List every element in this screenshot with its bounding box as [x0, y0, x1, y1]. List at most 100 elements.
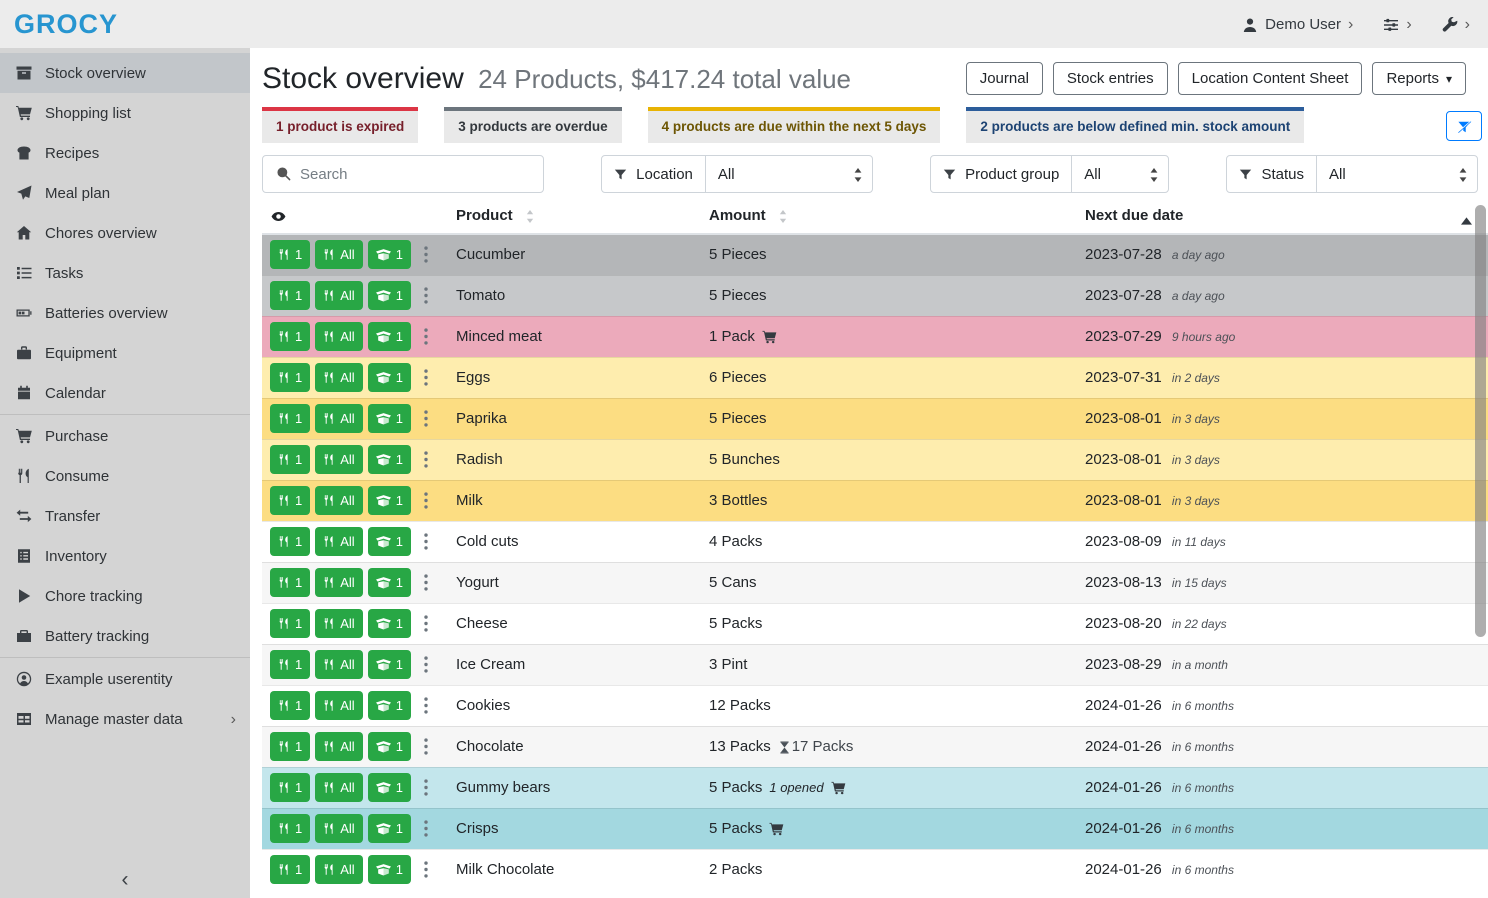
- sidebar-item-chores-overview[interactable]: Chores overview: [0, 213, 250, 253]
- consume-one-button[interactable]: 1: [270, 814, 310, 843]
- sidebar-item-calendar[interactable]: Calendar: [0, 373, 250, 413]
- sidebar-item-shopping-list[interactable]: Shopping list: [0, 93, 250, 133]
- sidebar-item-meal-plan[interactable]: Meal plan: [0, 173, 250, 213]
- product-name[interactable]: Minced meat: [448, 316, 701, 357]
- product-group-select[interactable]: All: [1072, 156, 1168, 192]
- app-logo[interactable]: GROCY: [14, 9, 118, 40]
- consume-one-button[interactable]: 1: [270, 650, 310, 679]
- consume-all-button[interactable]: All: [315, 650, 362, 679]
- row-menu-button[interactable]: [419, 572, 433, 593]
- consume-all-button[interactable]: All: [315, 527, 362, 556]
- product-name[interactable]: Milk: [448, 480, 701, 521]
- open-one-button[interactable]: 1: [368, 650, 411, 679]
- product-name[interactable]: Cookies: [448, 685, 701, 726]
- sidebar-item-chore-tracking[interactable]: Chore tracking: [0, 576, 250, 616]
- eye-icon[interactable]: [270, 207, 287, 224]
- location-select[interactable]: All: [706, 156, 872, 192]
- product-name[interactable]: Cucumber: [448, 234, 701, 275]
- consume-all-button[interactable]: All: [315, 404, 362, 433]
- row-menu-button[interactable]: [419, 859, 433, 880]
- sidebar-item-transfer[interactable]: Transfer: [0, 496, 250, 536]
- row-menu-button[interactable]: [419, 367, 433, 388]
- search-input[interactable]: [300, 156, 543, 192]
- sidebar-item-stock-overview[interactable]: Stock overview: [0, 53, 250, 93]
- consume-all-button[interactable]: All: [315, 445, 362, 474]
- open-one-button[interactable]: 1: [368, 568, 411, 597]
- row-menu-button[interactable]: [419, 326, 433, 347]
- open-one-button[interactable]: 1: [368, 527, 411, 556]
- product-name[interactable]: Milk Chocolate: [448, 849, 701, 890]
- consume-all-button[interactable]: All: [315, 732, 362, 761]
- row-menu-button[interactable]: [419, 736, 433, 757]
- product-name[interactable]: Radish: [448, 439, 701, 480]
- open-one-button[interactable]: 1: [368, 773, 411, 802]
- consume-all-button[interactable]: All: [315, 609, 362, 638]
- row-menu-button[interactable]: [419, 613, 433, 634]
- open-one-button[interactable]: 1: [368, 363, 411, 392]
- open-one-button[interactable]: 1: [368, 322, 411, 351]
- product-name[interactable]: Eggs: [448, 357, 701, 398]
- row-menu-button[interactable]: [419, 695, 433, 716]
- open-one-button[interactable]: 1: [368, 486, 411, 515]
- open-one-button[interactable]: 1: [368, 814, 411, 843]
- sidebar-item-batteries-overview[interactable]: Batteries overview: [0, 293, 250, 333]
- column-header-amount[interactable]: Amount: [701, 201, 1077, 234]
- product-name[interactable]: Yogurt: [448, 562, 701, 603]
- status-select[interactable]: All: [1317, 156, 1477, 192]
- status-banner[interactable]: 1 product is expired: [262, 107, 418, 143]
- consume-one-button[interactable]: 1: [270, 855, 310, 884]
- open-one-button[interactable]: 1: [368, 691, 411, 720]
- sidebar-item-battery-tracking[interactable]: Battery tracking: [0, 616, 250, 656]
- sidebar-item-purchase[interactable]: Purchase: [0, 416, 250, 456]
- reports-button[interactable]: Reports ▾: [1372, 62, 1466, 95]
- consume-one-button[interactable]: 1: [270, 445, 310, 474]
- product-name[interactable]: Cold cuts: [448, 521, 701, 562]
- consume-all-button[interactable]: All: [315, 814, 362, 843]
- filter-toggle-button[interactable]: [1446, 111, 1482, 141]
- open-one-button[interactable]: 1: [368, 445, 411, 474]
- consume-one-button[interactable]: 1: [270, 609, 310, 638]
- consume-all-button[interactable]: All: [315, 568, 362, 597]
- consume-all-button[interactable]: All: [315, 322, 362, 351]
- consume-all-button[interactable]: All: [315, 691, 362, 720]
- consume-all-button[interactable]: All: [315, 363, 362, 392]
- consume-one-button[interactable]: 1: [270, 773, 310, 802]
- row-menu-button[interactable]: [419, 531, 433, 552]
- row-menu-button[interactable]: [419, 285, 433, 306]
- stock-entries-button[interactable]: Stock entries: [1053, 62, 1168, 95]
- product-name[interactable]: Chocolate: [448, 726, 701, 767]
- consume-one-button[interactable]: 1: [270, 691, 310, 720]
- consume-one-button[interactable]: 1: [270, 568, 310, 597]
- admin-menu[interactable]: ›: [1442, 15, 1470, 32]
- settings-menu[interactable]: ›: [1383, 15, 1411, 32]
- row-menu-button[interactable]: [419, 408, 433, 429]
- consume-all-button[interactable]: All: [315, 240, 362, 269]
- location-content-sheet-button[interactable]: Location Content Sheet: [1178, 62, 1363, 95]
- row-menu-button[interactable]: [419, 777, 433, 798]
- consume-all-button[interactable]: All: [315, 773, 362, 802]
- consume-all-button[interactable]: All: [315, 855, 362, 884]
- sidebar-item-equipment[interactable]: Equipment: [0, 333, 250, 373]
- sidebar-item-tasks[interactable]: Tasks: [0, 253, 250, 293]
- consume-one-button[interactable]: 1: [270, 732, 310, 761]
- row-menu-button[interactable]: [419, 449, 433, 470]
- open-one-button[interactable]: 1: [368, 240, 411, 269]
- product-name[interactable]: Paprika: [448, 398, 701, 439]
- sidebar-item-manage-master-data[interactable]: Manage master data ›: [0, 699, 250, 739]
- product-name[interactable]: Cheese: [448, 603, 701, 644]
- open-one-button[interactable]: 1: [368, 404, 411, 433]
- row-menu-button[interactable]: [419, 490, 433, 511]
- column-header-next-due-date[interactable]: Next due date: [1077, 201, 1488, 234]
- product-name[interactable]: Ice Cream: [448, 644, 701, 685]
- status-banner[interactable]: 2 products are below defined min. stock …: [966, 107, 1304, 143]
- consume-one-button[interactable]: 1: [270, 281, 310, 310]
- sidebar-collapse-button[interactable]: ‹: [0, 868, 250, 892]
- open-one-button[interactable]: 1: [368, 732, 411, 761]
- scrollbar-thumb[interactable]: [1475, 205, 1486, 637]
- open-one-button[interactable]: 1: [368, 609, 411, 638]
- user-menu[interactable]: Demo User ›: [1242, 15, 1353, 32]
- open-one-button[interactable]: 1: [368, 281, 411, 310]
- product-name[interactable]: Tomato: [448, 275, 701, 316]
- row-menu-button[interactable]: [419, 244, 433, 265]
- status-banner[interactable]: 4 products are due within the next 5 day…: [648, 107, 941, 143]
